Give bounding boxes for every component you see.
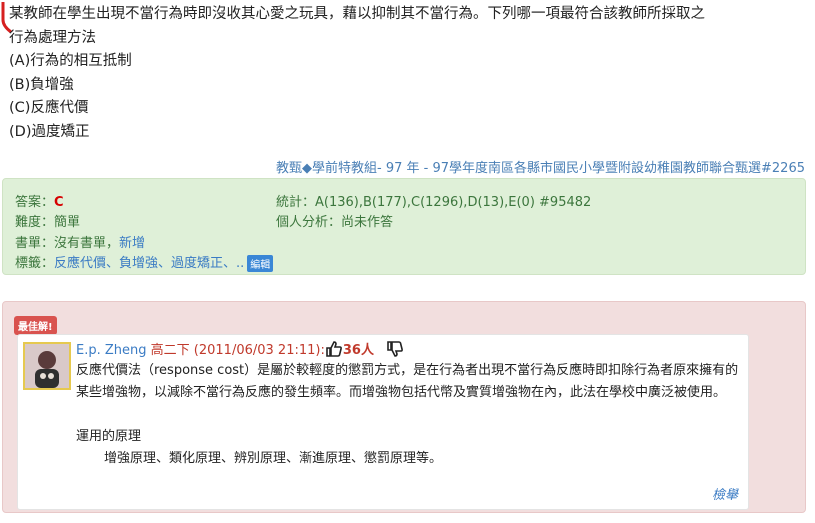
answer-info-panel: 答案：C 難度：簡單 書單：沒有書單，新增 標籤：反應代價、負增強、過度矯正、.… [2,178,806,275]
source-sep1: - [376,161,386,176]
difficulty-row: 難度：簡單 [15,211,80,230]
difficulty-value: 簡單 [54,215,81,230]
stats-label: 統計： [276,195,316,210]
source-year-link[interactable]: 97 年 [386,161,420,176]
stats-value: A(136),B(177),C(1296),D(13),E(0) #95482 [315,195,592,210]
author-grade: 高二下 [150,343,190,358]
post-body: 反應代價法（response cost）是屬於較輕度的懲罰方式，是在行為者出現不… [76,360,748,470]
book-label: 書單： [15,236,55,251]
thumbs-up-icon[interactable] [325,340,343,362]
author-name[interactable]: E.p. Zheng [76,343,147,358]
book-add-link[interactable]: 新增 [119,236,145,251]
post-paragraph-3: 增強原理、類化原理、辨別原理、漸進原理、懲罰原理等。 [104,451,443,466]
post-paragraph-2: 運用的原理 [76,429,142,444]
thumbs-down-icon[interactable] [386,340,404,362]
personal-analysis-row: 個人分析：尚未作答 [276,211,393,230]
avatar-photo-icon [25,344,69,388]
personal-label: 個人分析： [276,215,342,230]
source-category-link[interactable]: 教甄◆學前特教組 [276,161,377,176]
book-row: 書單：沒有書單，新增 [15,232,145,251]
question-stem-line2: 行為處理方法 [9,29,96,46]
best-answer-post: E.p. Zheng 高二下 (2011/06/03 21:11): 36人 反應… [17,334,749,510]
tags-label: 標籤： [15,256,55,271]
book-value: 沒有書單， [54,236,120,251]
personal-value: 尚未作答 [341,215,394,230]
source-sep2: - [419,161,433,176]
edit-tags-button[interactable]: 編輯 [247,255,274,272]
option-d: (D)過度矯正 [9,123,90,140]
answer-row: 答案：C [15,191,64,210]
avatar[interactable] [23,342,71,390]
source-exam-link[interactable]: 97學年度南區各縣市國民小學暨附設幼稚園教師聯合甄選#2265 [432,161,805,176]
question-text: 某教師在學生出現不當行為時即沒收其心愛之玩具，藉以抑制其不當行為。下列哪一項最符… [9,3,799,144]
difficulty-label: 難度： [15,215,55,230]
post-date: (2011/06/03 21:11): [193,343,325,358]
tags-row: 標籤：反應代價、負增強、過度矯正、.. 編輯 [15,252,274,272]
best-answer-badge: 最佳解! [14,316,57,335]
post-paragraph-1: 反應代價法（response cost）是屬於較輕度的懲罰方式，是在行為者出現不… [76,363,739,400]
post-header: E.p. Zheng 高二下 (2011/06/03 21:11): 36人 [76,339,404,362]
like-count: 36人 [342,343,374,358]
option-b: (B)負增強 [9,76,74,93]
report-link[interactable]: 檢舉 [712,484,738,503]
discussion-panel: 最佳解! E.p. Zheng 高二下 (2011/06/03 21:11): 3… [2,301,806,513]
question-source: 教甄◆學前特教組- 97 年 - 97學年度南區各縣市國民小學暨附設幼稚園教師聯… [276,157,805,176]
question-stem-line1: 某教師在學生出現不當行為時即沒收其心愛之玩具，藉以抑制其不當行為。下列哪一項最符… [9,6,705,22]
answer-label: 答案： [15,195,55,210]
answer-value: C [54,195,64,210]
tags-value[interactable]: 反應代價、負增強、過度矯正、.. [54,256,244,271]
stats-row: 統計：A(136),B(177),C(1296),D(13),E(0) #954… [276,191,591,210]
option-c: (C)反應代價 [9,100,89,116]
option-a: (A)行為的相互抵制 [9,53,132,69]
